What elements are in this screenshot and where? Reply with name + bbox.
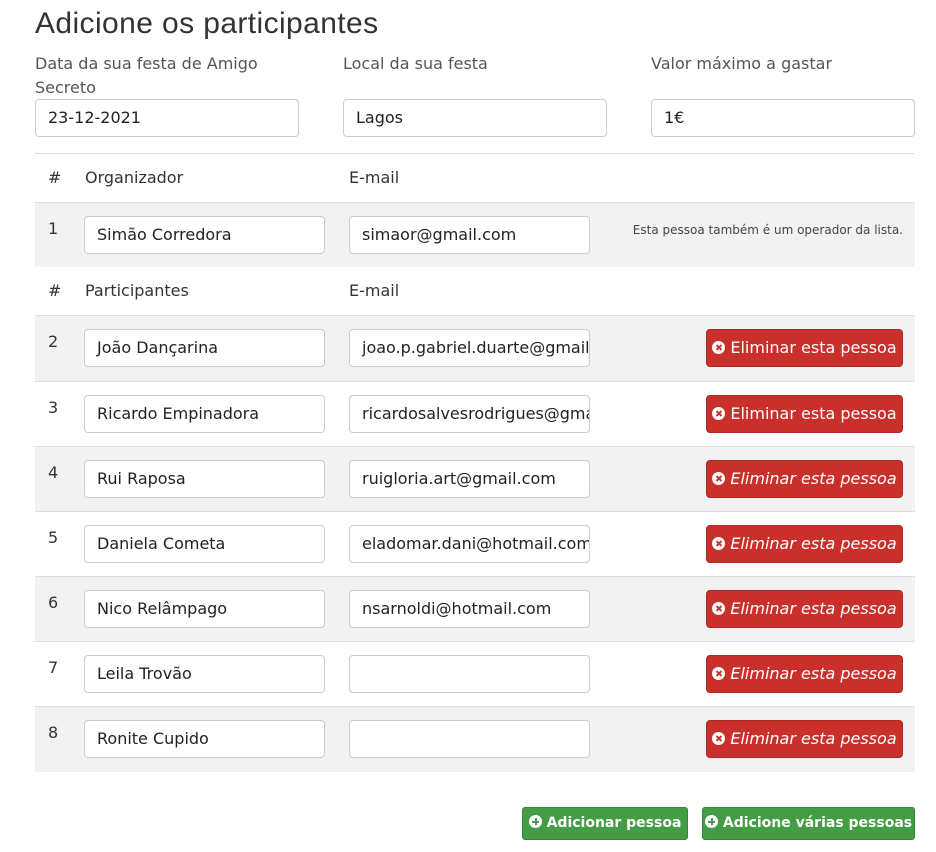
max-budget-input[interactable]: 1€	[651, 99, 915, 137]
participant-name-input[interactable]: Ricardo Empinadora	[84, 395, 325, 433]
party-place-label: Local da sua festa	[343, 54, 488, 73]
delete-person-button[interactable]: Eliminar esta pessoa	[706, 460, 903, 498]
delete-person-button[interactable]: Eliminar esta pessoa	[706, 525, 903, 563]
delete-person-label: Eliminar esta pessoa	[730, 729, 897, 748]
table-row: 5 Daniela Cometa eladomar.dani@hotmail.c…	[35, 511, 915, 576]
row-index: 6	[48, 593, 59, 612]
party-date-input[interactable]: 23-12-2021	[35, 99, 299, 137]
participants-col-email: E-mail	[349, 281, 400, 300]
participant-email-input[interactable]: ricardosalvesrodrigues@gmail.com	[349, 395, 590, 433]
participant-email-input[interactable]: eladomar.dani@hotmail.com	[349, 525, 590, 563]
remove-circle-icon	[712, 667, 726, 680]
organizer-col-index: #	[48, 168, 62, 187]
organizer-email-input[interactable]: simaor@gmail.com	[349, 216, 590, 254]
party-place-input[interactable]: Lagos	[343, 99, 607, 137]
row-index: 1	[48, 219, 59, 238]
participant-email-input[interactable]: nsarnoldi@hotmail.com	[349, 590, 590, 628]
participant-name-input[interactable]: Ronite Cupido	[84, 720, 325, 758]
table-row: 7 Leila Trovão Eliminar esta pessoa	[35, 641, 915, 706]
page-title: Adicione os participantes	[35, 7, 379, 40]
delete-person-button[interactable]: Eliminar esta pessoa	[706, 720, 903, 758]
operator-note: Esta pessoa também é um operador da list…	[632, 223, 903, 237]
delete-person-label: Eliminar esta pessoa	[730, 534, 897, 553]
delete-person-label: Eliminar esta pessoa	[730, 599, 897, 618]
row-index: 8	[48, 723, 59, 742]
participant-name-input[interactable]: Rui Raposa	[84, 460, 325, 498]
organizer-col-name: Organizador	[85, 168, 184, 187]
delete-person-label: Eliminar esta pessoa	[730, 404, 897, 423]
remove-circle-icon	[712, 732, 726, 745]
table-row: 8 Ronite Cupido Eliminar esta pessoa	[35, 706, 915, 772]
delete-person-label: Eliminar esta pessoa	[730, 664, 897, 683]
organizer-row: 1 Simão Corredora simaor@gmail.com Esta …	[35, 202, 915, 267]
table-row: 2 João Dançarina joao.p.gabriel.duarte@g…	[35, 315, 915, 381]
party-date-label: Data da sua festa de Amigo Secreto	[35, 54, 258, 97]
table-row: 4 Rui Raposa ruigloria.art@gmail.com Eli…	[35, 446, 915, 511]
participant-name-input[interactable]: Leila Trovão	[84, 655, 325, 693]
participant-email-input[interactable]: joao.p.gabriel.duarte@gmail.com	[349, 329, 590, 367]
remove-circle-icon	[712, 602, 726, 615]
divider	[35, 153, 915, 154]
row-index: 4	[48, 463, 59, 482]
row-index: 7	[48, 658, 59, 677]
delete-person-label: Eliminar esta pessoa	[730, 469, 897, 488]
participant-name-input[interactable]: Nico Relâmpago	[84, 590, 325, 628]
max-budget-label: Valor máximo a gastar	[651, 54, 833, 73]
remove-circle-icon	[712, 472, 726, 485]
table-row: 3 Ricardo Empinadora ricardosalvesrodrig…	[35, 381, 915, 446]
organizer-name-input[interactable]: Simão Corredora	[84, 216, 325, 254]
row-index: 3	[48, 398, 59, 417]
delete-person-button[interactable]: Eliminar esta pessoa	[706, 329, 903, 367]
participants-form: Adicione os participantes Data da sua fe…	[0, 0, 936, 852]
participant-email-input[interactable]: ruigloria.art@gmail.com	[349, 460, 590, 498]
add-person-label: Adicionar pessoa	[546, 815, 682, 831]
remove-circle-icon	[712, 407, 726, 420]
add-circle-icon	[528, 815, 542, 828]
organizer-col-email: E-mail	[349, 168, 400, 187]
add-circle-icon	[704, 815, 718, 828]
participant-email-input[interactable]	[349, 720, 590, 758]
participant-name-input[interactable]: João Dançarina	[84, 329, 325, 367]
participants-col-index: #	[48, 281, 62, 300]
add-many-people-button[interactable]: Adicione várias pessoas	[702, 807, 915, 840]
delete-person-button[interactable]: Eliminar esta pessoa	[706, 395, 903, 433]
participant-email-input[interactable]	[349, 655, 590, 693]
table-row: 6 Nico Relâmpago nsarnoldi@hotmail.com E…	[35, 576, 915, 641]
row-index: 2	[48, 332, 59, 351]
remove-circle-icon	[712, 341, 726, 354]
participant-name-input[interactable]: Daniela Cometa	[84, 525, 325, 563]
participants-col-name: Participantes	[85, 281, 189, 300]
remove-circle-icon	[712, 537, 726, 550]
add-many-people-label: Adicione várias pessoas	[722, 815, 913, 831]
delete-person-label: Eliminar esta pessoa	[730, 338, 897, 357]
add-person-button[interactable]: Adicionar pessoa	[522, 807, 688, 840]
delete-person-button[interactable]: Eliminar esta pessoa	[706, 590, 903, 628]
delete-person-button[interactable]: Eliminar esta pessoa	[706, 655, 903, 693]
row-index: 5	[48, 528, 59, 547]
